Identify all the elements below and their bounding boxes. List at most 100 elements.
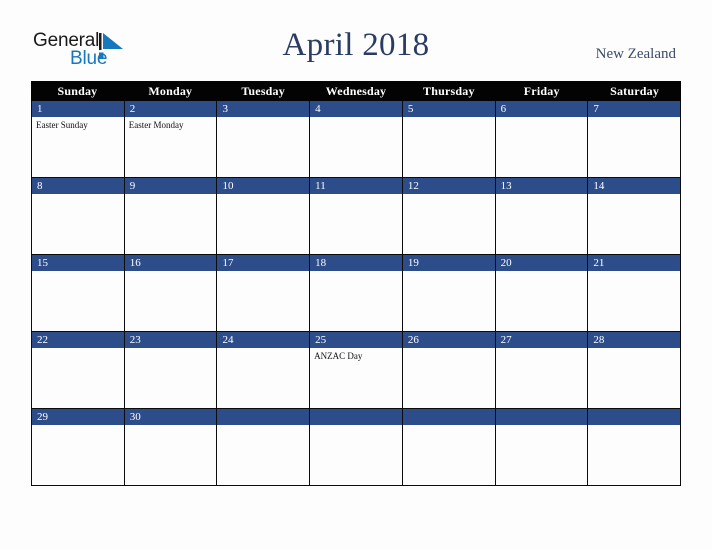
calendar-day-cell-30[interactable]: 30: [124, 409, 218, 485]
day-number: 5: [402, 101, 495, 117]
day-number: 13: [495, 178, 588, 194]
day-events: [403, 425, 495, 428]
calendar-day-cell-12[interactable]: 12: [402, 178, 496, 254]
day-events: [125, 348, 217, 351]
calendar-week-row: 1 Easter Sunday 2 Easter Monday 3 4 5 6 7: [31, 101, 682, 178]
day-number: 16: [124, 255, 217, 271]
calendar-day-cell-24[interactable]: 24: [217, 332, 311, 408]
calendar-day-cell-8[interactable]: 8: [32, 178, 125, 254]
day-events: [217, 194, 309, 197]
calendar-grid: Sunday Monday Tuesday Wednesday Thursday Frid…: [31, 81, 682, 486]
page-header: General Blue April 2018 New Zealand: [0, 0, 712, 81]
calendar-day-cell-1[interactable]: 1 Easter Sunday: [32, 101, 125, 177]
weekday-header-row: Sunday Monday Tuesday Wednesday Thursday Frid…: [31, 81, 681, 101]
day-number: 11: [310, 178, 402, 194]
day-events: [217, 117, 309, 120]
day-number: 28: [588, 332, 681, 348]
calendar-day-cell-26[interactable]: 26: [402, 332, 496, 408]
calendar-day-cell-7[interactable]: 7: [588, 101, 682, 177]
calendar-day-cell-27[interactable]: 27: [495, 332, 589, 408]
day-number: 25: [310, 332, 402, 348]
day-number: 21: [588, 255, 681, 271]
calendar-day-cell-28[interactable]: 28: [588, 332, 682, 408]
calendar-week-row: 15 16 17 18 19 20 21: [31, 255, 682, 332]
calendar-day-cell-25[interactable]: 25 ANZAC Day: [310, 332, 403, 408]
calendar-week-row: 8 9 10 11 12 13 14: [31, 178, 682, 255]
day-number: 24: [217, 332, 310, 348]
calendar-day-cell-10[interactable]: 10: [217, 178, 311, 254]
weekday-header-wednesday: Wednesday: [325, 84, 387, 98]
calendar-day-cell-16[interactable]: 16: [124, 255, 218, 331]
day-number: 26: [402, 332, 495, 348]
calendar-day-cell-empty[interactable]: [217, 409, 311, 485]
day-number: [495, 409, 588, 425]
calendar-day-cell-empty[interactable]: [495, 409, 589, 485]
day-number: 18: [310, 255, 402, 271]
day-number: 17: [217, 255, 310, 271]
weekday-header-sunday: Sunday: [57, 84, 98, 98]
day-events: [496, 117, 588, 120]
calendar-day-cell-3[interactable]: 3: [217, 101, 311, 177]
calendar-day-cell-23[interactable]: 23: [124, 332, 218, 408]
weekday-header-tuesday: Tuesday: [241, 84, 285, 98]
calendar-day-cell-6[interactable]: 6: [495, 101, 589, 177]
calendar-day-cell-5[interactable]: 5: [402, 101, 496, 177]
day-number: 12: [402, 178, 495, 194]
day-events: [403, 194, 495, 197]
day-number: 6: [495, 101, 588, 117]
holiday-label: Easter Sunday: [36, 120, 88, 130]
weekday-header-saturday: Saturday: [610, 84, 660, 98]
calendar-day-cell-empty[interactable]: [310, 409, 403, 485]
day-number: 23: [124, 332, 217, 348]
calendar-day-cell-22[interactable]: 22: [32, 332, 125, 408]
calendar-day-cell-20[interactable]: 20: [495, 255, 589, 331]
holiday-label: ANZAC Day: [314, 351, 363, 361]
day-number: 14: [588, 178, 681, 194]
day-number: 20: [495, 255, 588, 271]
day-events: [496, 348, 588, 351]
calendar-day-cell-15[interactable]: 15: [32, 255, 125, 331]
day-number: 3: [217, 101, 310, 117]
day-number: [402, 409, 495, 425]
day-events: [588, 348, 680, 351]
calendar-day-cell-4[interactable]: 4: [310, 101, 403, 177]
day-number: 29: [32, 409, 124, 425]
calendar-day-cell-empty[interactable]: [402, 409, 496, 485]
calendar-day-cell-17[interactable]: 17: [217, 255, 311, 331]
day-number: 1: [32, 101, 124, 117]
day-events: [403, 271, 495, 274]
calendar-day-cell-21[interactable]: 21: [588, 255, 682, 331]
day-events: [217, 425, 309, 428]
day-events: Easter Monday: [125, 117, 217, 131]
day-events: [32, 271, 124, 274]
day-events: [403, 117, 495, 120]
day-events: [125, 271, 217, 274]
day-number: 30: [124, 409, 217, 425]
day-events: [496, 425, 588, 428]
day-number: 10: [217, 178, 310, 194]
calendar-day-cell-9[interactable]: 9: [124, 178, 218, 254]
day-number: 8: [32, 178, 124, 194]
calendar-day-cell-19[interactable]: 19: [402, 255, 496, 331]
day-events: [310, 425, 402, 428]
day-number: 22: [32, 332, 124, 348]
calendar-day-cell-11[interactable]: 11: [310, 178, 403, 254]
calendar-day-cell-29[interactable]: 29: [32, 409, 125, 485]
day-events: [496, 194, 588, 197]
calendar-day-cell-2[interactable]: 2 Easter Monday: [124, 101, 218, 177]
day-events: ANZAC Day: [310, 348, 402, 362]
day-events: [403, 348, 495, 351]
calendar-week-row: 22 23 24 25 ANZAC Day 26 27 28: [31, 332, 682, 409]
weekday-header-monday: Monday: [148, 84, 193, 98]
calendar-day-cell-empty[interactable]: [588, 409, 682, 485]
day-events: Easter Sunday: [32, 117, 124, 131]
calendar-day-cell-18[interactable]: 18: [310, 255, 403, 331]
calendar-day-cell-13[interactable]: 13: [495, 178, 589, 254]
day-events: [496, 271, 588, 274]
day-number: [310, 409, 402, 425]
weekday-header-thursday: Thursday: [423, 84, 475, 98]
calendar-day-cell-14[interactable]: 14: [588, 178, 682, 254]
day-number: [217, 409, 310, 425]
day-events: [588, 271, 680, 274]
day-number: 4: [310, 101, 402, 117]
